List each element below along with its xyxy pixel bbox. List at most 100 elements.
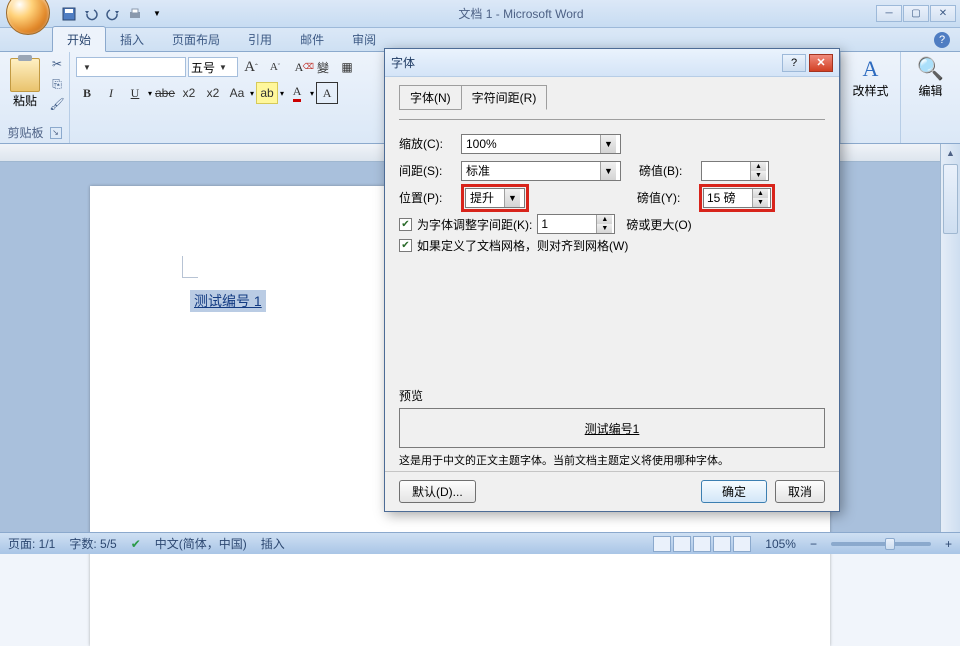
editing-label[interactable]: 编辑 bbox=[918, 82, 942, 99]
tab-home[interactable]: 开始 bbox=[52, 26, 106, 52]
kerning-input[interactable] bbox=[538, 215, 596, 233]
vertical-scrollbar[interactable]: ▲ bbox=[940, 144, 960, 532]
change-case-button[interactable]: Aa bbox=[226, 82, 248, 104]
status-insert-mode[interactable]: 插入 bbox=[261, 535, 285, 552]
shrink-font-button[interactable]: Aˇ bbox=[264, 56, 286, 78]
default-button[interactable]: 默认(D)... bbox=[399, 480, 476, 503]
tab-references[interactable]: 引用 bbox=[234, 27, 286, 51]
zoom-knob[interactable] bbox=[885, 538, 895, 550]
position-label: 位置(P): bbox=[399, 189, 461, 206]
scroll-thumb[interactable] bbox=[943, 164, 958, 234]
view-buttons bbox=[653, 536, 751, 552]
spacing-value: 标准 bbox=[466, 162, 490, 179]
highlight-button[interactable]: ab bbox=[256, 82, 278, 104]
quickprint-icon[interactable] bbox=[126, 5, 144, 23]
view-web-icon[interactable] bbox=[693, 536, 711, 552]
close-window-button[interactable]: ✕ bbox=[930, 5, 956, 22]
preview-label: 预览 bbox=[399, 387, 825, 404]
position-value: 提升 bbox=[470, 189, 494, 206]
dialog-help-button[interactable]: ? bbox=[782, 54, 806, 72]
superscript-button[interactable]: x2 bbox=[202, 82, 224, 104]
font-color-button[interactable]: A bbox=[286, 82, 308, 104]
spin-down-icon[interactable]: ▼ bbox=[751, 171, 766, 180]
maximize-button[interactable]: ▢ bbox=[903, 5, 929, 22]
title-bar: ▼ 文档 1 - Microsoft Word ─ ▢ ✕ bbox=[0, 0, 960, 28]
change-styles-label[interactable]: 改样式 bbox=[852, 82, 888, 99]
kerning-checkbox[interactable]: ✔ bbox=[399, 218, 412, 231]
status-proof-icon[interactable]: ✔ bbox=[131, 537, 141, 551]
underline-button[interactable]: U bbox=[124, 82, 146, 104]
phonetic-button[interactable]: 變 bbox=[312, 56, 334, 78]
spacing-label: 间距(S): bbox=[399, 162, 461, 179]
subscript-button[interactable]: x2 bbox=[178, 82, 200, 104]
dialog-titlebar[interactable]: 字体 ? ✕ bbox=[385, 49, 839, 77]
zoom-out-button[interactable]: − bbox=[810, 537, 817, 551]
tab-insert[interactable]: 插入 bbox=[106, 27, 158, 51]
char-border-button[interactable]: A bbox=[316, 82, 338, 104]
dialog-close-button[interactable]: ✕ bbox=[809, 54, 833, 72]
snap-checkbox[interactable]: ✔ bbox=[399, 239, 412, 252]
scale-combo[interactable]: 100%▼ bbox=[461, 134, 621, 154]
zoom-level[interactable]: 105% bbox=[765, 537, 796, 551]
italic-button[interactable]: I bbox=[100, 82, 122, 104]
strikethrough-button[interactable]: abe bbox=[154, 82, 176, 104]
borders-button[interactable]: ▦ bbox=[336, 56, 358, 78]
font-name-combo[interactable]: ▼ bbox=[76, 57, 186, 77]
zoom-slider[interactable] bbox=[831, 542, 931, 546]
kerning-spinner[interactable]: ▲▼ bbox=[537, 214, 615, 234]
position-pt-spinner[interactable]: ▲▼ bbox=[703, 188, 771, 208]
paste-button[interactable]: 粘贴 bbox=[6, 56, 44, 112]
tab-review[interactable]: 审阅 bbox=[338, 27, 390, 51]
spin-up-icon[interactable]: ▲ bbox=[751, 162, 766, 171]
minimize-button[interactable]: ─ bbox=[876, 5, 902, 22]
help-icon[interactable]: ? bbox=[934, 32, 950, 48]
grow-font-button[interactable]: Aˆ bbox=[240, 56, 262, 78]
clipboard-launcher-icon[interactable]: ↘ bbox=[50, 127, 62, 139]
tab-layout[interactable]: 页面布局 bbox=[158, 27, 234, 51]
cancel-button[interactable]: 取消 bbox=[775, 480, 825, 503]
qat-dropdown-icon[interactable]: ▼ bbox=[148, 5, 166, 23]
paste-label: 粘贴 bbox=[13, 92, 37, 109]
spin-down-icon[interactable]: ▼ bbox=[597, 224, 612, 233]
save-icon[interactable] bbox=[60, 5, 78, 23]
zoom-in-button[interactable]: + bbox=[945, 537, 952, 551]
view-fullscreen-icon[interactable] bbox=[673, 536, 691, 552]
cut-icon[interactable]: ✂ bbox=[48, 56, 66, 72]
undo-icon[interactable] bbox=[82, 5, 100, 23]
font-size-combo[interactable]: 五号▼ bbox=[188, 57, 238, 77]
dialog-tab-font[interactable]: 字体(N) bbox=[399, 85, 461, 110]
ok-button[interactable]: 确定 bbox=[701, 480, 767, 503]
group-clipboard: 粘贴 ✂ ⎘ 🖌 剪贴板 ↘ bbox=[0, 52, 70, 143]
clear-format-button[interactable]: A⌫ bbox=[288, 56, 310, 78]
spacing-combo[interactable]: 标准▼ bbox=[461, 161, 621, 181]
redo-icon[interactable] bbox=[104, 5, 122, 23]
spin-down-icon[interactable]: ▼ bbox=[753, 198, 768, 207]
font-size-value: 五号 bbox=[191, 59, 215, 76]
spin-up-icon[interactable]: ▲ bbox=[597, 215, 612, 224]
spin-up-icon[interactable]: ▲ bbox=[753, 189, 768, 198]
dialog-tab-spacing[interactable]: 字符间距(R) bbox=[461, 85, 548, 110]
scroll-up-icon[interactable]: ▲ bbox=[941, 144, 960, 162]
styles-icon[interactable]: A bbox=[863, 56, 879, 82]
position-pt-input[interactable] bbox=[704, 189, 752, 207]
position-pt-highlight: ▲▼ bbox=[699, 184, 775, 212]
spacing-pt-spinner[interactable]: ▲▼ bbox=[701, 161, 769, 181]
window-title: 文档 1 - Microsoft Word bbox=[166, 5, 876, 22]
status-page[interactable]: 页面: 1/1 bbox=[8, 535, 55, 552]
format-painter-icon[interactable]: 🖌 bbox=[48, 96, 66, 112]
bold-button[interactable]: B bbox=[76, 82, 98, 104]
view-outline-icon[interactable] bbox=[713, 536, 731, 552]
paste-icon bbox=[10, 58, 40, 92]
status-language[interactable]: 中文(简体，中国) bbox=[155, 535, 247, 552]
view-draft-icon[interactable] bbox=[733, 536, 751, 552]
selected-text[interactable]: 测试编号 1 bbox=[190, 290, 266, 312]
position-pt-label: 磅值(Y): bbox=[637, 189, 699, 206]
find-icon[interactable]: 🔍 bbox=[917, 56, 944, 82]
spacing-pt-input[interactable] bbox=[702, 162, 750, 180]
copy-icon[interactable]: ⎘ bbox=[48, 76, 66, 92]
tab-mail[interactable]: 邮件 bbox=[286, 27, 338, 51]
view-print-layout-icon[interactable] bbox=[653, 536, 671, 552]
preview-text: 测试编号1 bbox=[585, 420, 640, 437]
position-combo[interactable]: 提升▼ bbox=[465, 188, 525, 208]
status-words[interactable]: 字数: 5/5 bbox=[69, 535, 116, 552]
